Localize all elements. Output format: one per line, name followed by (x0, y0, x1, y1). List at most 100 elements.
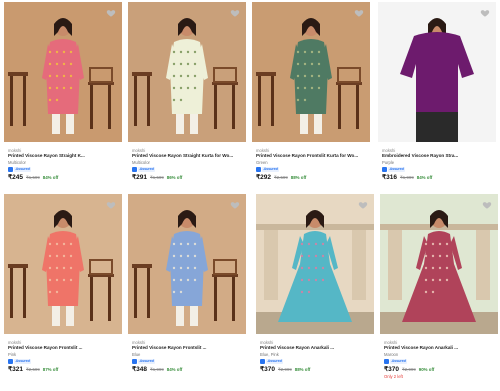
product-title[interactable]: Embroidered Viscose Rayon Stra... (382, 153, 494, 159)
product-card[interactable]: mokshi Printed Viscose Rayon Straight Kur… (128, 2, 246, 192)
product-image[interactable] (4, 194, 122, 334)
product-image[interactable] (256, 194, 374, 334)
discount-label: 86% off (166, 175, 183, 180)
price-row: ₹292 ₹2,599 88% off (256, 173, 368, 181)
product-info: mokshi Embroidered Viscose Rayon Stra... P… (382, 148, 494, 181)
product-title[interactable]: Printed Viscose Rayon Frontslit Kurta fo… (256, 153, 368, 159)
product-card[interactable]: mokshi Printed Viscose Rayon Frontslit Ku… (252, 2, 370, 192)
assured-badge: Assured (256, 166, 368, 172)
assured-label: Assured (14, 358, 32, 364)
assured-label: Assured (390, 358, 408, 364)
assured-badge-icon (382, 166, 387, 172)
discount-label: 87% off (42, 367, 59, 372)
product-card[interactable]: mokshi Printed Viscose Rayon Frontslit ..… (4, 194, 122, 384)
assured-badge: Assured (132, 358, 244, 364)
original-price: ₹2,999 (401, 367, 416, 372)
product-info: mokshi Printed Viscose Rayon Straight Kur… (132, 148, 244, 181)
selling-price: ₹291 (132, 174, 147, 181)
price-row: ₹245 ₹1,599 84% off (8, 173, 120, 181)
assured-badge: Assured (132, 166, 244, 172)
assured-badge-icon (384, 358, 389, 364)
product-card[interactable]: mokshi Printed Viscose Rayon Frontslit ..… (128, 194, 246, 384)
discount-label: 88% off (290, 175, 307, 180)
price-row: ₹321 ₹2,599 87% off (8, 365, 120, 373)
product-title[interactable]: Printed Viscose Rayon Anarkali ... (384, 345, 496, 351)
product-title[interactable]: Printed Viscose Rayon Frontslit ... (132, 345, 244, 351)
product-card[interactable]: mokshi Printed Viscose Rayon Straight K..… (4, 2, 122, 192)
heart-icon[interactable] (229, 199, 241, 211)
product-color: Multicolor (132, 160, 150, 165)
assured-label: Assured (138, 166, 156, 172)
product-color: Pink (8, 352, 17, 357)
stock-warning: Only 2 left (384, 374, 403, 379)
heart-icon[interactable] (353, 7, 365, 19)
discount-label: 84% off (166, 367, 183, 372)
assured-badge: Assured (382, 166, 494, 172)
product-color: Blue, Pink (260, 352, 279, 357)
original-price: ₹1,599 (25, 175, 40, 180)
original-price: ₹1,599 (149, 175, 164, 180)
price-row: ₹348 ₹1,999 84% off (132, 365, 244, 373)
product-title[interactable]: Printed Viscose Rayon Straight Kurta for… (132, 153, 244, 159)
assured-badge: Assured (384, 358, 496, 364)
selling-price: ₹370 (260, 366, 275, 373)
assured-label: Assured (14, 166, 32, 172)
product-info: mokshi Printed Viscose Rayon Anarkali ...… (260, 340, 372, 373)
assured-badge-icon (132, 166, 137, 172)
assured-label: Assured (388, 166, 406, 172)
heart-icon[interactable] (105, 7, 117, 19)
heart-icon[interactable] (105, 199, 117, 211)
product-color: Blue (132, 352, 141, 357)
assured-badge-icon (8, 358, 13, 364)
product-info: mokshi Printed Viscose Rayon Frontslit ..… (8, 340, 120, 373)
product-image[interactable] (128, 194, 246, 334)
assured-badge: Assured (260, 358, 372, 364)
assured-badge: Assured (8, 166, 120, 172)
assured-label: Assured (262, 166, 280, 172)
original-price: ₹1,999 (399, 175, 414, 180)
product-title[interactable]: Printed Viscose Rayon Anarkali ... (260, 345, 372, 351)
original-price: ₹2,999 (277, 367, 292, 372)
heart-icon[interactable] (357, 199, 369, 211)
discount-label: 88% off (294, 367, 311, 372)
product-grid: mokshi Printed Viscose Rayon Straight K..… (0, 0, 500, 391)
product-info: mokshi Printed Viscose Rayon Anarkali ...… (384, 340, 496, 379)
original-price: ₹2,599 (273, 175, 288, 180)
product-card[interactable]: mokshi Printed Viscose Rayon Anarkali ...… (380, 194, 498, 384)
product-info: mokshi Printed Viscose Rayon Frontslit ..… (132, 340, 244, 373)
assured-label: Assured (138, 358, 156, 364)
heart-icon[interactable] (481, 199, 493, 211)
product-image[interactable] (378, 2, 496, 142)
selling-price: ₹316 (382, 174, 397, 181)
product-info: mokshi Printed Viscose Rayon Frontslit Ku… (256, 148, 368, 181)
product-card[interactable]: mokshi Embroidered Viscose Rayon Stra... P… (378, 2, 496, 192)
product-image[interactable] (128, 2, 246, 142)
assured-badge-icon (260, 358, 265, 364)
product-color: Purple (382, 160, 395, 165)
discount-label: 84% off (416, 175, 433, 180)
assured-badge-icon (256, 166, 261, 172)
assured-label: Assured (266, 358, 284, 364)
selling-price: ₹348 (132, 366, 147, 373)
product-image[interactable] (4, 2, 122, 142)
product-color: Maroon (384, 352, 399, 357)
product-card[interactable]: mokshi Printed Viscose Rayon Anarkali ...… (256, 194, 374, 384)
price-row: ₹370 ₹2,999 88% off (260, 365, 372, 373)
product-image[interactable] (380, 194, 498, 334)
product-title[interactable]: Printed Viscose Rayon Straight K... (8, 153, 120, 159)
heart-icon[interactable] (479, 7, 491, 19)
original-price: ₹1,999 (149, 367, 164, 372)
discount-label: 84% off (42, 175, 59, 180)
original-price: ₹2,599 (25, 367, 40, 372)
assured-badge: Assured (8, 358, 120, 364)
assured-badge-icon (8, 166, 13, 172)
price-row: ₹316 ₹1,999 84% off (382, 173, 494, 181)
price-row: ₹291 ₹1,599 86% off (132, 173, 244, 181)
product-title[interactable]: Printed Viscose Rayon Frontslit ... (8, 345, 120, 351)
product-info: mokshi Printed Viscose Rayon Straight K..… (8, 148, 120, 181)
heart-icon[interactable] (229, 7, 241, 19)
price-row: ₹370 ₹2,999 90% off (384, 365, 496, 373)
selling-price: ₹292 (256, 174, 271, 181)
product-image[interactable] (252, 2, 370, 142)
selling-price: ₹245 (8, 174, 23, 181)
